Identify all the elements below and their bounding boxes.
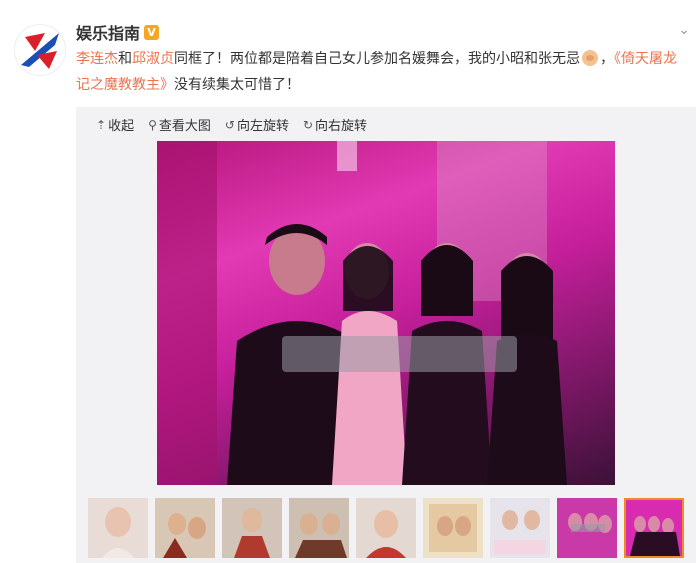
rotate-right-icon: ↻ xyxy=(302,117,314,132)
thumbnail[interactable] xyxy=(490,498,550,558)
post-text-part: 没有续集太可惜了！ xyxy=(174,77,300,93)
thumbnail[interactable] xyxy=(222,498,282,558)
author-row: 娱乐指南 V xyxy=(76,20,160,44)
collapse-icon: ⇡ xyxy=(96,117,107,132)
post-text: 李连杰和邱淑贞同框了！两位都是陪着自己女儿参加名媛舞会，我的小昭和张无忌 ，《倚天… xyxy=(76,46,686,98)
post-text-part: 同框了！两位都是陪着自己女儿参加名媛舞会，我的小昭和张无忌 xyxy=(174,51,580,67)
avatar[interactable] xyxy=(14,24,66,76)
main-photo[interactable] xyxy=(157,141,615,485)
mention-link[interactable]: 李连杰 xyxy=(76,51,118,67)
thumbnail-selected[interactable] xyxy=(624,498,684,558)
thumbnail-image xyxy=(222,498,282,558)
search-icon: ⚲ xyxy=(148,117,157,132)
mention-link[interactable]: 邱淑贞 xyxy=(132,51,174,67)
thumbnail[interactable] xyxy=(88,498,148,558)
rotate-right-button[interactable]: ↻ 向右旋转 xyxy=(302,115,368,135)
chevron-down-icon[interactable]: ⌄ xyxy=(678,22,690,38)
smile-emoji-icon xyxy=(582,50,598,66)
thumbnail-image xyxy=(626,500,682,556)
rotate-left-icon: ↺ xyxy=(224,117,235,132)
author-name[interactable]: 娱乐指南 xyxy=(76,20,140,44)
thumbnail[interactable] xyxy=(356,498,416,558)
collapse-label: 收起 xyxy=(108,119,135,134)
verified-icon: V xyxy=(144,24,160,40)
rotate-right-label: 向右旋转 xyxy=(315,119,368,134)
view-large-button[interactable]: ⚲ 查看大图 xyxy=(148,115,211,135)
thumbnail-image xyxy=(423,498,483,558)
rotate-left-button[interactable]: ↺ 向左旋转 xyxy=(224,115,289,135)
avatar-logo xyxy=(21,33,59,69)
thumbnail-image xyxy=(88,498,148,558)
thumbnail-image xyxy=(490,498,550,558)
collapse-button[interactable]: ⇡ 收起 xyxy=(96,115,135,135)
thumbnail[interactable] xyxy=(557,498,617,558)
thumbnail[interactable] xyxy=(289,498,349,558)
post-text-part: 和 xyxy=(118,51,132,67)
rotate-left-label: 向左旋转 xyxy=(236,119,289,134)
view-large-label: 查看大图 xyxy=(158,119,211,134)
photo-scene xyxy=(157,141,567,485)
thumbnail[interactable] xyxy=(423,498,483,558)
media-toolbar: ⇡ 收起 ⚲ 查看大图 ↺ 向左旋转 ↻ 向右旋转 xyxy=(96,115,368,135)
thumbnail-image xyxy=(289,498,349,558)
thumbnail-image xyxy=(557,498,617,558)
post-text-part: ， xyxy=(600,51,614,67)
thumbnail-strip xyxy=(88,498,684,558)
thumbnail-image xyxy=(356,498,416,558)
thumbnail-image xyxy=(155,498,215,558)
media-viewer: ⇡ 收起 ⚲ 查看大图 ↺ 向左旋转 ↻ 向右旋转 xyxy=(76,107,696,563)
thumbnail[interactable] xyxy=(155,498,215,558)
